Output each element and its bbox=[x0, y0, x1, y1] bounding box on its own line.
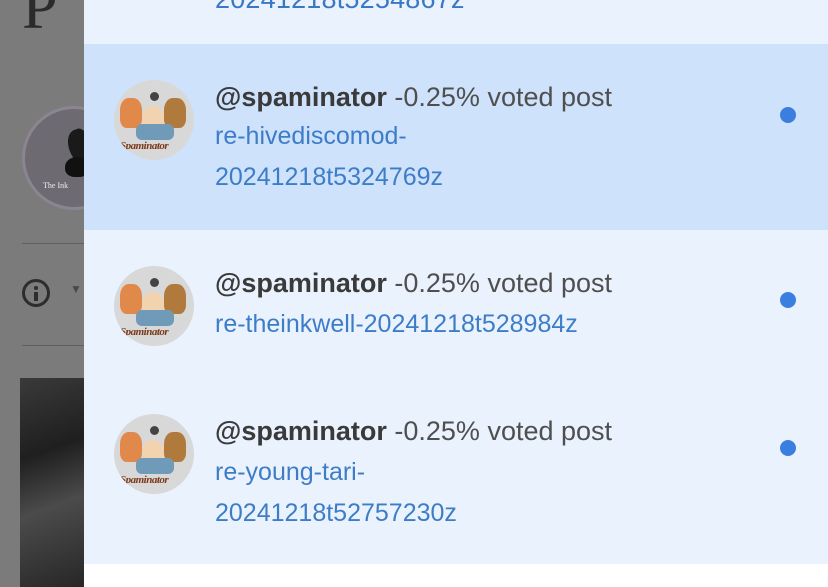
unread-dot-icon bbox=[780, 440, 796, 456]
avatar-figure bbox=[136, 124, 174, 140]
notification-item[interactable]: Spaminator @spaminator -0.25% voted post… bbox=[84, 44, 828, 230]
user-avatar[interactable]: Spaminator bbox=[114, 266, 194, 346]
notifications-drawer: 20241218t5254867z Spaminator @spaminator… bbox=[84, 0, 828, 587]
post-link[interactable]: re-theinkwell-20241218t528984z bbox=[215, 304, 578, 345]
avatar-detail bbox=[150, 278, 159, 287]
notification-text: @spaminator -0.25% voted post bbox=[215, 416, 612, 447]
notification-item[interactable]: Spaminator @spaminator -0.25% voted post… bbox=[84, 230, 828, 378]
vote-message: -0.25% voted post bbox=[394, 268, 613, 298]
vote-message: -0.25% voted post bbox=[394, 416, 613, 446]
avatar-detail bbox=[150, 92, 159, 101]
avatar-label: Spaminator bbox=[120, 474, 169, 486]
post-link[interactable]: 20241218t5254867z bbox=[215, 0, 465, 15]
avatar-detail bbox=[150, 426, 159, 435]
avatar-figure bbox=[136, 458, 174, 474]
post-link-line[interactable]: re-hivediscomod- bbox=[215, 116, 443, 157]
post-image[interactable] bbox=[20, 378, 84, 587]
post-link-line[interactable]: re-young-tari- bbox=[215, 452, 457, 493]
post-link-line[interactable]: 20241218t52757230z bbox=[215, 493, 457, 534]
username-link[interactable]: @spaminator bbox=[215, 268, 387, 298]
inkwell-icon bbox=[65, 157, 84, 177]
avatar-label: Spaminator bbox=[120, 140, 169, 152]
avatar-label: Spaminator bbox=[120, 326, 169, 338]
avatar-brand-text: The Ink bbox=[43, 181, 69, 190]
post-link-line[interactable]: 20241218t5324769z bbox=[215, 157, 443, 198]
username-link[interactable]: @spaminator bbox=[215, 82, 387, 112]
vote-message: -0.25% voted post bbox=[394, 82, 613, 112]
unread-dot-icon bbox=[780, 292, 796, 308]
drawer-footer bbox=[84, 564, 828, 587]
notification-item[interactable]: Spaminator @spaminator -0.25% voted post… bbox=[84, 378, 828, 564]
post-link[interactable]: re-young-tari- 20241218t52757230z bbox=[215, 452, 457, 534]
notification-item[interactable]: 20241218t5254867z bbox=[84, 0, 828, 44]
page-title-fragment: P bbox=[22, 0, 58, 42]
unread-dot-icon bbox=[780, 107, 796, 123]
post-link-line[interactable]: re-theinkwell-20241218t528984z bbox=[215, 304, 578, 345]
info-icon[interactable] bbox=[22, 279, 50, 307]
divider bbox=[22, 345, 84, 346]
community-avatar: The Ink bbox=[22, 106, 84, 210]
chevron-down-icon[interactable]: ▼ bbox=[70, 282, 82, 296]
notification-text: @spaminator -0.25% voted post bbox=[215, 268, 612, 299]
user-avatar[interactable]: Spaminator bbox=[114, 414, 194, 494]
username-link[interactable]: @spaminator bbox=[215, 416, 387, 446]
post-link[interactable]: re-hivediscomod- 20241218t5324769z bbox=[215, 116, 443, 198]
user-avatar[interactable]: Spaminator bbox=[114, 80, 194, 160]
background-page: P The Ink ▼ bbox=[0, 0, 84, 587]
notification-text: @spaminator -0.25% voted post bbox=[215, 82, 612, 113]
divider bbox=[22, 243, 84, 244]
avatar-figure bbox=[136, 310, 174, 326]
